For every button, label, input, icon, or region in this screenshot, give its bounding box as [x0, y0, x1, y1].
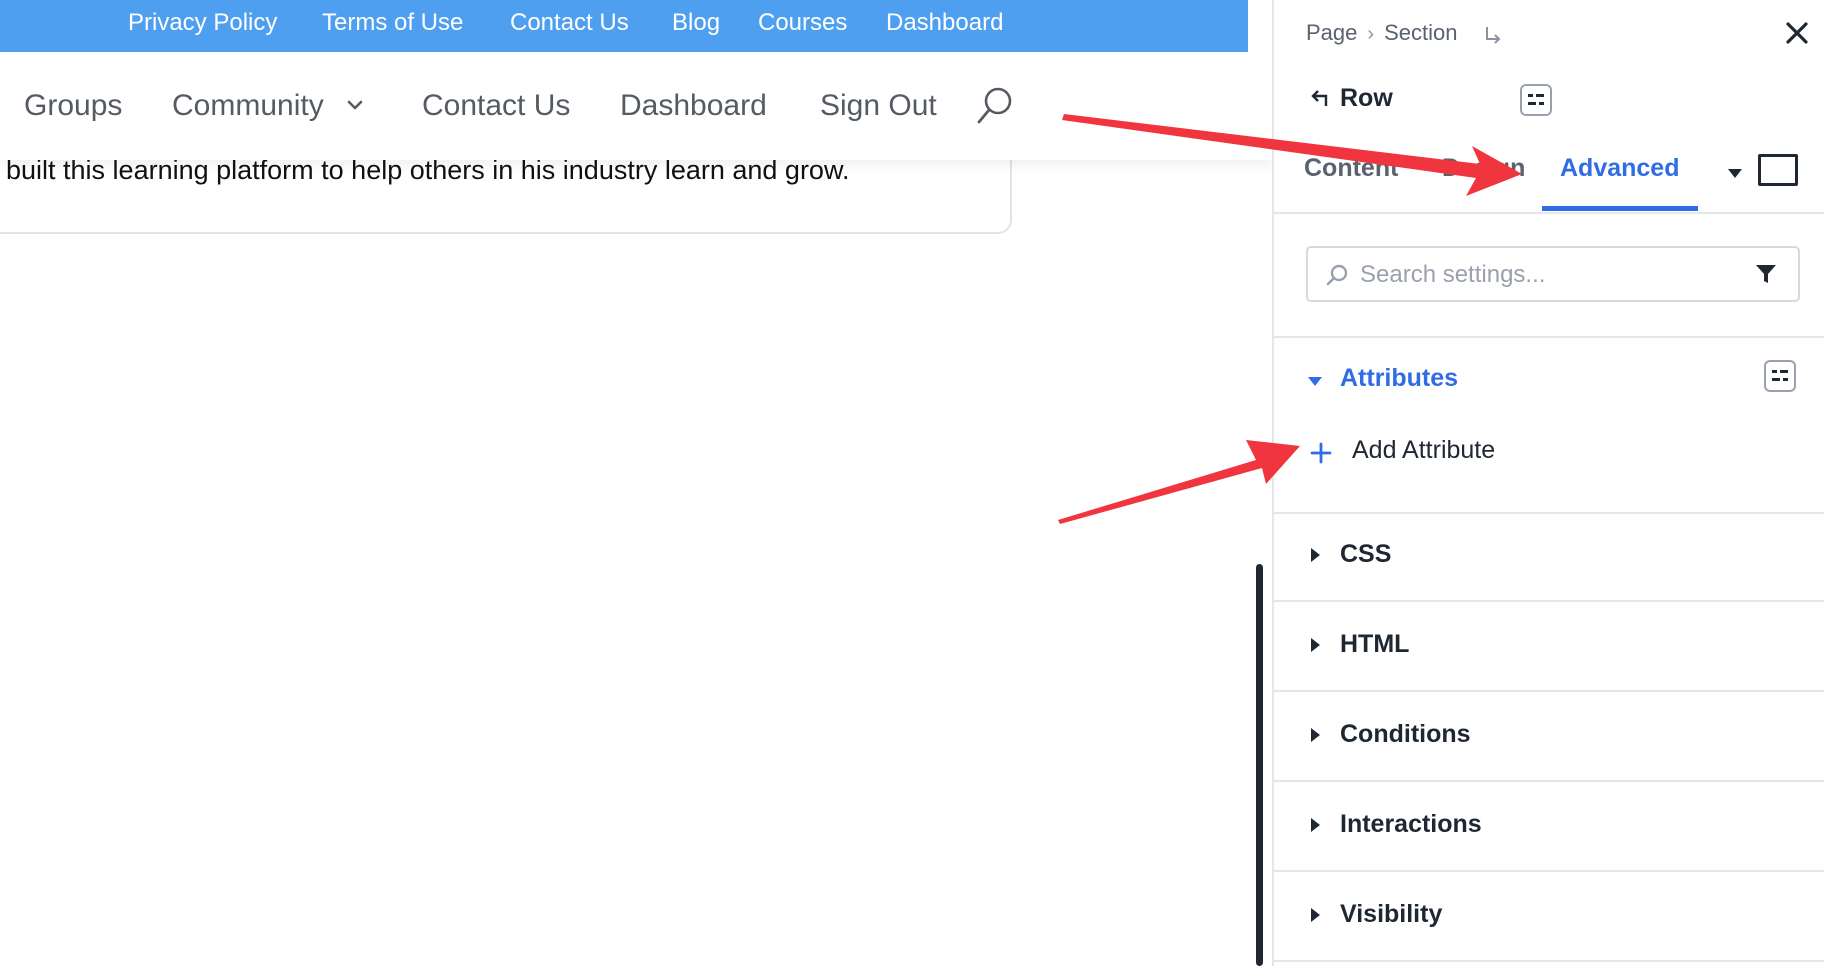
settings-search-input[interactable] [1358, 256, 1742, 294]
settings-search-area [1274, 212, 1824, 338]
caret-down-icon[interactable] [1306, 374, 1324, 388]
preview-scrollbar[interactable] [1256, 564, 1263, 966]
plus-icon[interactable] [1310, 442, 1332, 464]
caret-right-icon [1311, 908, 1320, 922]
topbar-link-blog[interactable]: Blog [672, 0, 720, 46]
active-tab-indicator [1542, 206, 1698, 211]
caret-right-icon [1311, 638, 1320, 652]
breadcrumb: Page › Section [1306, 16, 1457, 50]
attributes-title[interactable]: Attributes [1340, 364, 1458, 393]
settings-search-box[interactable] [1306, 246, 1800, 302]
nav-link-contact-us[interactable]: Contact Us [422, 88, 570, 124]
breadcrumb-page[interactable]: Page [1306, 20, 1357, 45]
section-interactions[interactable]: Interactions [1274, 782, 1824, 872]
chevron-down-icon[interactable] [344, 94, 366, 116]
child-arrow-icon [1486, 27, 1501, 44]
tab-design[interactable]: Design [1442, 154, 1525, 183]
element-label: Row [1340, 84, 1393, 112]
topbar-link-privacy-policy[interactable]: Privacy Policy [128, 0, 277, 46]
topbar-link-contact-us[interactable]: Contact Us [510, 0, 629, 46]
main-navigation: Groups Community Contact Us Dashboard Si… [0, 52, 1272, 160]
nav-link-community[interactable]: Community [172, 88, 324, 124]
responsive-device-icon[interactable] [1758, 154, 1798, 186]
caret-right-icon [1311, 728, 1320, 742]
search-icon[interactable] [976, 86, 1014, 126]
topbar-link-terms-of-use[interactable]: Terms of Use [322, 0, 463, 46]
top-bar: Privacy Policy Terms of Use Contact Us B… [0, 0, 1248, 52]
section-html[interactable]: HTML [1274, 602, 1824, 692]
back-arrow-icon[interactable] [1308, 88, 1330, 110]
nav-link-dashboard[interactable]: Dashboard [620, 88, 767, 124]
topbar-link-courses[interactable]: Courses [758, 0, 847, 46]
section-conditions[interactable]: Conditions [1274, 692, 1824, 782]
nav-link-groups[interactable]: Groups [24, 88, 122, 124]
settings-panel: Page › Section Row Content Design Advanced [1272, 0, 1824, 966]
options-icon [1528, 94, 1544, 105]
attributes-section: Attributes Add Attribute [1274, 336, 1824, 514]
nav-link-sign-out[interactable]: Sign Out [820, 88, 937, 124]
tab-advanced[interactable]: Advanced [1560, 154, 1679, 183]
add-attribute-button[interactable]: Add Attribute [1352, 436, 1495, 465]
close-icon[interactable] [1784, 20, 1810, 46]
section-conditions-label: Conditions [1340, 720, 1471, 748]
tab-content[interactable]: Content [1304, 154, 1398, 183]
section-html-label: HTML [1340, 630, 1410, 658]
caret-right-icon [1311, 818, 1320, 832]
section-css-label: CSS [1340, 540, 1392, 568]
search-icon [1326, 264, 1348, 286]
section-visibility-label: Visibility [1340, 900, 1443, 928]
breadcrumb-section[interactable]: Section [1384, 20, 1457, 45]
topbar-link-dashboard[interactable]: Dashboard [886, 0, 1003, 46]
caret-right-icon [1311, 548, 1320, 562]
section-css[interactable]: CSS [1274, 512, 1824, 602]
panel-tabs: Content Design Advanced [1274, 140, 1824, 214]
breadcrumb-separator-icon: › [1367, 23, 1375, 45]
options-icon [1772, 370, 1788, 381]
section-visibility[interactable]: Visibility [1274, 872, 1824, 962]
site-preview: Privacy Policy Terms of Use Contact Us B… [0, 0, 1272, 966]
attributes-options-button[interactable] [1764, 360, 1796, 392]
row-options-button[interactable] [1520, 84, 1552, 116]
section-interactions-label: Interactions [1340, 810, 1482, 838]
caret-down-icon[interactable] [1726, 166, 1744, 180]
filter-icon[interactable] [1754, 262, 1778, 286]
